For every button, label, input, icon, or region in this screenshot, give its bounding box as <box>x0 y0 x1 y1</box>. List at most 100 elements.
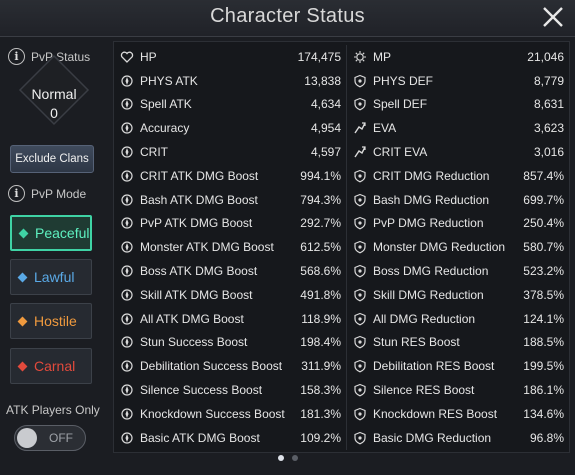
toggle-state-text: OFF <box>49 431 73 445</box>
stat-value: 21,046 <box>527 49 564 64</box>
page-dot-active[interactable] <box>277 455 284 461</box>
stun-icon <box>121 336 133 349</box>
stat-name: All DMG Reduction <box>373 311 476 326</box>
stat-row: Boss ATK DMG Boost 568.6% <box>114 259 347 283</box>
exclude-clans-button[interactable]: Exclude Clans <box>10 145 94 173</box>
stats-column-right: MP 21,046 PHYS DEF 8,779 Spell DEF 8,631 EVA 3,… <box>346 45 570 450</box>
diamond-icon <box>17 361 28 371</box>
stat-value: 3,016 <box>533 145 564 160</box>
shield-icon <box>354 74 366 88</box>
pvp-mode-peaceful-button[interactable]: Peaceful <box>10 215 92 251</box>
stat-name: Basic ATK DMG Boost <box>140 430 260 445</box>
pvp-mode-hostile-button[interactable]: Hostile <box>10 303 92 339</box>
stat-name: Monster DMG Reduction <box>373 240 506 255</box>
shield-icon <box>354 383 366 397</box>
stat-value: 188.5% <box>523 335 564 350</box>
stat-row: Monster DMG Reduction 580.7% <box>347 235 570 259</box>
diamond-icon <box>18 228 29 238</box>
boss-icon <box>121 265 133 277</box>
all-atk-icon <box>121 313 133 325</box>
stat-value: 118.9% <box>301 311 341 326</box>
shield-icon <box>354 360 366 373</box>
stat-value: 994.1% <box>300 168 341 183</box>
stat-value: 109.2% <box>300 430 341 445</box>
stat-name: Accuracy <box>140 121 190 136</box>
pvp-mode-label: Carnal <box>34 358 76 374</box>
stat-name: PvP DMG Reduction <box>373 216 484 231</box>
shield-icon <box>354 241 366 254</box>
stat-row: Spell ATK 4,634 <box>114 93 347 117</box>
stat-row: PHYS DEF 8,779 <box>347 69 570 93</box>
stat-name: Knockdown Success Boost <box>140 406 285 421</box>
stat-row: Stun RES Boost 188.5% <box>347 331 570 355</box>
stat-name: Monster ATK DMG Boost <box>140 240 274 255</box>
mp-icon <box>354 50 366 63</box>
stat-name: CRIT <box>140 145 168 160</box>
stat-value: 4,954 <box>310 121 341 136</box>
stat-value: 699.7% <box>523 192 564 207</box>
stat-value: 199.5% <box>523 359 564 374</box>
stat-row: Debilitation RES Boost 199.5% <box>347 354 570 378</box>
pvp-mode-header: i PvP Mode <box>8 185 86 202</box>
stat-row: Knockdown RES Boost 134.6% <box>347 402 570 426</box>
page-dot[interactable] <box>291 455 298 461</box>
stat-value: 612.5% <box>300 240 341 255</box>
atk-players-only-label: ATK Players Only <box>6 403 100 417</box>
title-bar: Character Status <box>0 0 575 37</box>
stat-value: 491.8% <box>300 287 341 302</box>
stat-row: Silence Success Boost 158.3% <box>114 378 347 402</box>
basic-atk-icon <box>121 432 133 444</box>
knockdown-icon <box>121 408 133 420</box>
sword-icon <box>121 75 133 87</box>
stat-row: PHYS ATK 13,838 <box>114 69 347 93</box>
character-stats-panel: HP 174,475 PHYS ATK 13,838 Spell ATK 4,634 Acc… <box>113 41 570 453</box>
toggle-knob <box>17 428 37 448</box>
heart-icon <box>120 51 134 63</box>
stat-name: Knockdown RES Boost <box>373 406 498 421</box>
stat-row: Stun Success Boost 198.4% <box>114 331 347 355</box>
stat-row: Debilitation Success Boost 311.9% <box>114 354 347 378</box>
stat-value: 794.3% <box>300 192 341 207</box>
stat-name: CRIT EVA <box>373 145 428 160</box>
stat-row: Skill DMG Reduction 378.5% <box>347 283 570 307</box>
stat-value: 311.9% <box>301 359 341 374</box>
stat-row: CRIT 4,597 <box>114 140 347 164</box>
page-indicator <box>0 455 575 461</box>
stat-row: Boss DMG Reduction 523.2% <box>347 259 570 283</box>
stat-name: All ATK DMG Boost <box>140 311 244 326</box>
stat-row: MP 21,046 <box>347 45 570 69</box>
stat-value: 580.7% <box>523 240 564 255</box>
pvp-mode-label: PvP Mode <box>31 186 87 201</box>
spell-shield-icon <box>354 98 366 111</box>
pvp-mode-carnal-button[interactable]: Carnal <box>10 348 92 384</box>
crit-boost-icon <box>121 170 133 182</box>
stat-row: Knockdown Success Boost 181.3% <box>114 402 347 426</box>
atk-players-only-toggle[interactable]: OFF <box>14 425 86 451</box>
pvp-mode-label: Hostile <box>34 313 77 329</box>
stat-row: PvP DMG Reduction 250.4% <box>347 212 570 236</box>
stat-name: Silence RES Boost <box>373 383 475 398</box>
shield-icon <box>354 169 366 183</box>
stat-row: CRIT DMG Reduction 857.4% <box>347 164 570 188</box>
shield-icon <box>354 288 366 302</box>
diamond-icon <box>17 316 28 326</box>
stat-value: 8,779 <box>533 73 564 88</box>
stat-name: Debilitation RES Boost <box>373 359 495 374</box>
stat-value: 124.1% <box>523 311 564 326</box>
stat-value: 250.4% <box>523 216 564 231</box>
diamond-icon <box>17 272 28 282</box>
stat-name: MP <box>373 49 391 64</box>
stat-row: All ATK DMG Boost 118.9% <box>114 307 347 331</box>
silence-icon <box>121 384 133 396</box>
pvp-mode-label: Peaceful <box>35 225 90 241</box>
stat-row: Basic DMG Reduction 96.8% <box>347 426 570 450</box>
stat-value: 3,623 <box>533 121 564 136</box>
stats-column-left: HP 174,475 PHYS ATK 13,838 Spell ATK 4,634 Acc… <box>114 45 347 450</box>
stat-name: PHYS DEF <box>373 73 434 88</box>
pvp-status-count: 0 <box>50 105 58 121</box>
close-icon[interactable] <box>539 3 567 31</box>
pvp-mode-lawful-button[interactable]: Lawful <box>10 259 92 295</box>
stat-value: 13,838 <box>304 73 341 88</box>
info-icon[interactable]: i <box>8 185 25 202</box>
stat-value: 158.3% <box>300 383 341 398</box>
